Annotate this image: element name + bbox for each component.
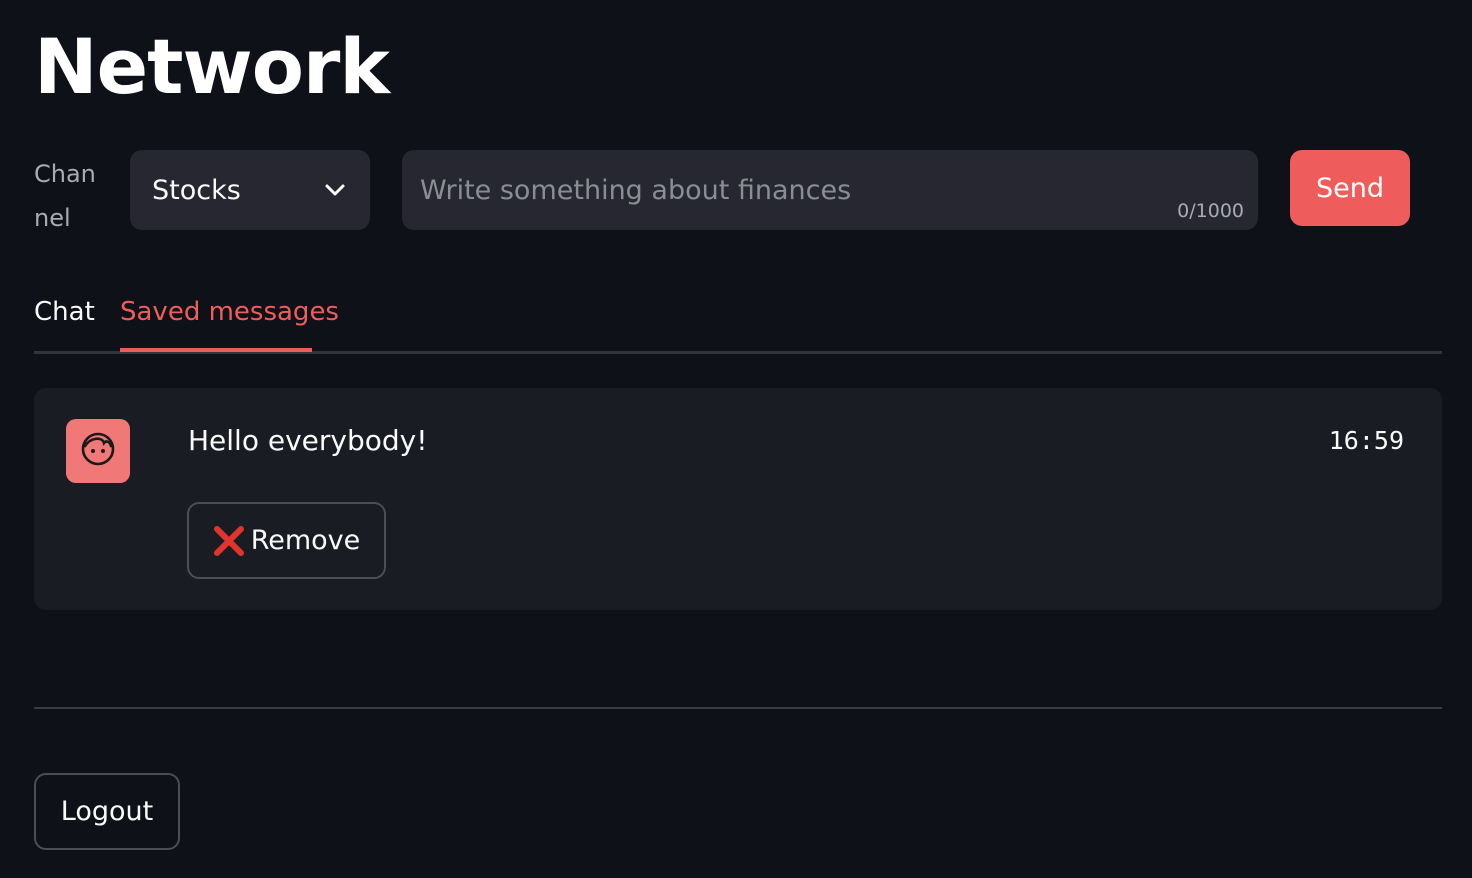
chevron-down-icon — [324, 179, 346, 201]
red-x-icon — [213, 524, 247, 558]
remove-button-label: Remove — [250, 525, 361, 556]
message-input[interactable] — [402, 150, 1258, 230]
message-text: Hello everybody! — [188, 424, 428, 457]
remove-button[interactable]: Remove — [187, 502, 386, 579]
face-icon — [80, 431, 116, 471]
divider — [34, 707, 1442, 709]
tab-bar: Chat Saved messages — [34, 290, 1442, 354]
message-input-container: 0/1000 — [402, 150, 1258, 230]
channel-select[interactable]: Stocks — [130, 150, 370, 230]
logout-button[interactable]: Logout — [34, 773, 180, 850]
tab-chat[interactable]: Chat — [34, 290, 95, 354]
active-tab-indicator — [120, 348, 312, 352]
page-title: Network — [34, 22, 390, 111]
channel-select-value: Stocks — [152, 174, 241, 206]
send-button[interactable]: Send — [1290, 150, 1410, 226]
avatar — [66, 419, 130, 483]
tab-saved-messages[interactable]: Saved messages — [120, 290, 339, 354]
char-counter: 0/1000 — [1177, 200, 1244, 222]
message-timestamp: 16:59 — [1328, 426, 1404, 455]
channel-label: Channel — [34, 160, 96, 232]
saved-message-card: Hello everybody! 16:59 Remove — [34, 388, 1442, 610]
